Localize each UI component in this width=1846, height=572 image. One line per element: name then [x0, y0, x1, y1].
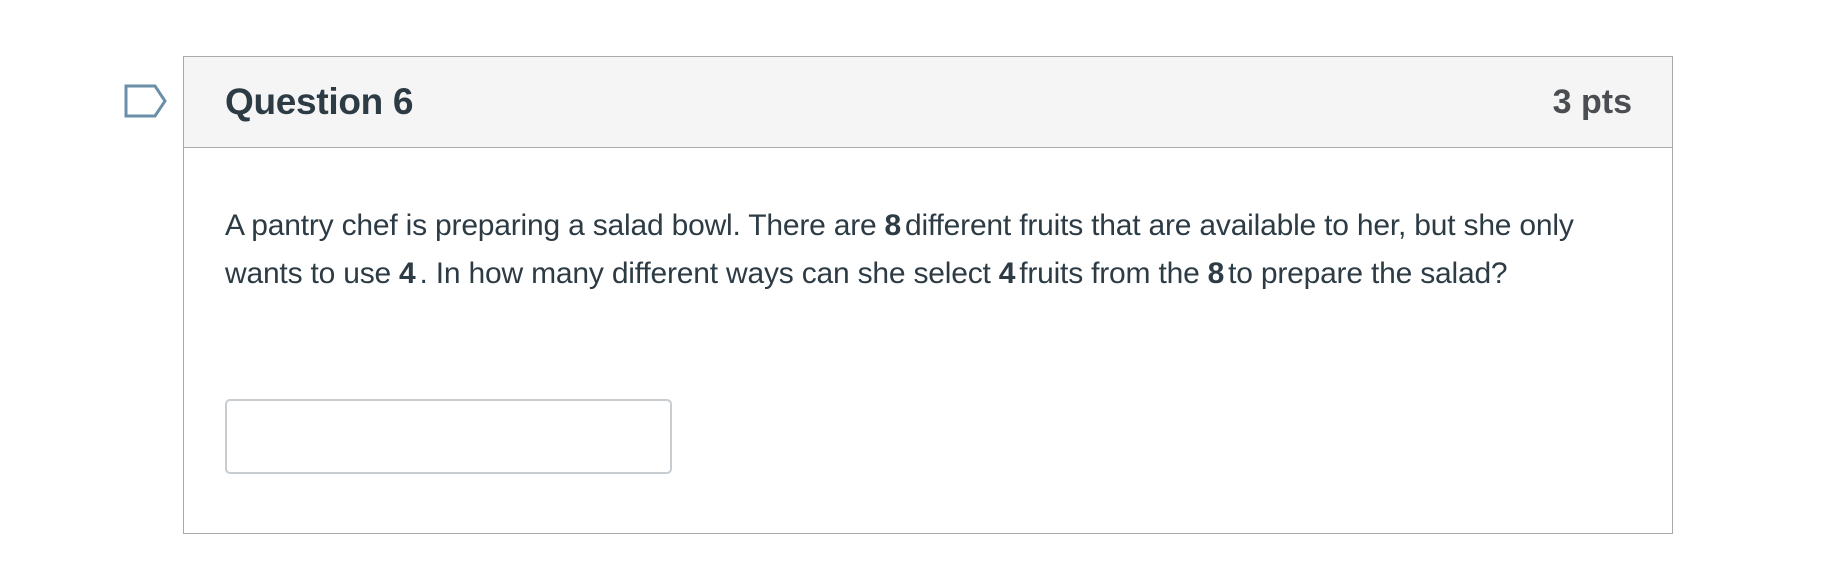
- question-text-part: to prepare the salad?: [1228, 257, 1508, 290]
- question-header: Question 6 3 pts: [184, 57, 1672, 148]
- question-text-part: A pantry chef is preparing a salad bowl.…: [225, 209, 877, 242]
- question-number: 8: [1207, 257, 1225, 290]
- question-title: Question 6: [225, 81, 414, 122]
- question-number: 8: [884, 209, 902, 242]
- flag-question-button[interactable]: [124, 84, 168, 118]
- question-number: 4: [399, 257, 416, 290]
- question-points: 3 pts: [1552, 83, 1632, 121]
- question-card: Question 6 3 pts A pantry chef is prepar…: [183, 56, 1673, 534]
- question-text: A pantry chef is preparing a salad bowl.…: [225, 202, 1635, 298]
- flag-bookmark-icon: [124, 84, 167, 118]
- question-number: 4: [998, 257, 1016, 290]
- answer-input[interactable]: [225, 399, 672, 474]
- question-text-part: . In how many different ways can she sel…: [419, 257, 991, 290]
- question-text-part: fruits from the: [1019, 257, 1200, 290]
